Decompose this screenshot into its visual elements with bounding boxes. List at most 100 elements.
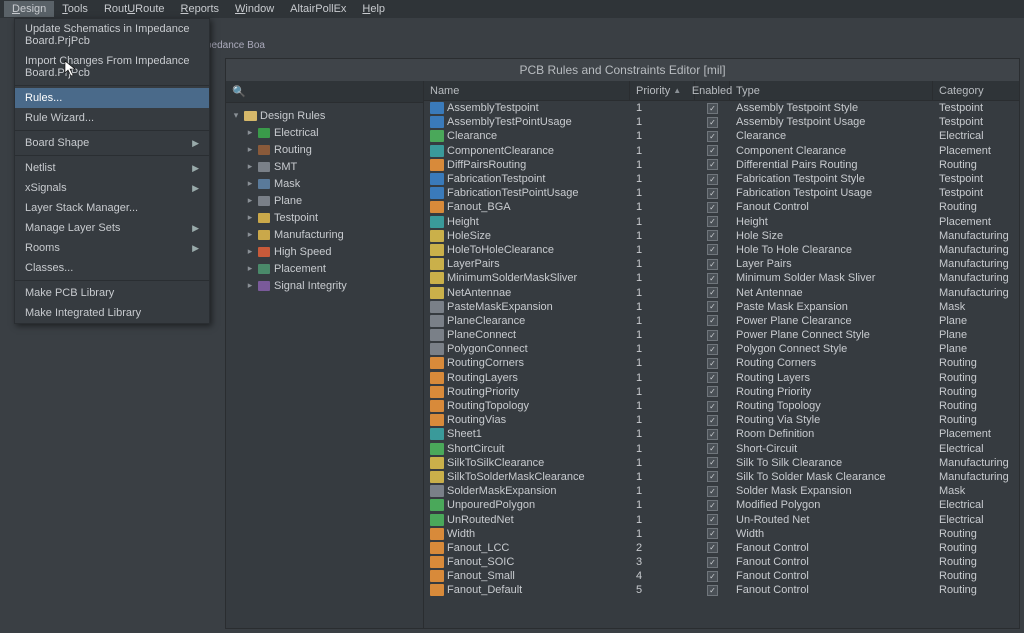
col-type[interactable]: Type — [730, 81, 933, 100]
table-row[interactable]: RoutingPriority1✓Routing PriorityRouting — [424, 385, 1019, 399]
tree-node[interactable]: ▸Placement — [226, 260, 423, 277]
tree-node[interactable]: ▸Testpoint — [226, 209, 423, 226]
enabled-checkbox[interactable]: ✓ — [707, 230, 718, 241]
enabled-checkbox[interactable]: ✓ — [707, 159, 718, 170]
tree-node[interactable]: ▸Electrical — [226, 124, 423, 141]
tree-search-input[interactable] — [252, 86, 417, 98]
table-row[interactable]: HoleToHoleClearance1✓Hole To Hole Cleara… — [424, 243, 1019, 257]
enabled-checkbox[interactable]: ✓ — [707, 103, 718, 114]
col-name[interactable]: Name — [424, 81, 630, 100]
enabled-checkbox[interactable]: ✓ — [707, 301, 718, 312]
table-row[interactable]: PlaneConnect1✓Power Plane Connect StyleP… — [424, 328, 1019, 342]
enabled-checkbox[interactable]: ✓ — [707, 273, 718, 284]
enabled-checkbox[interactable]: ✓ — [707, 216, 718, 227]
enabled-checkbox[interactable]: ✓ — [707, 528, 718, 539]
table-row[interactable]: PasteMaskExpansion1✓Paste Mask Expansion… — [424, 300, 1019, 314]
enabled-checkbox[interactable]: ✓ — [707, 429, 718, 440]
col-category[interactable]: Category — [933, 81, 1019, 100]
menu-route[interactable]: RoutURoute — [96, 1, 173, 17]
table-row[interactable]: HoleSize1✓Hole SizeManufacturing — [424, 229, 1019, 243]
enabled-checkbox[interactable]: ✓ — [707, 244, 718, 255]
enabled-checkbox[interactable]: ✓ — [707, 174, 718, 185]
enabled-checkbox[interactable]: ✓ — [707, 287, 718, 298]
menu-item[interactable]: Update Schematics in Impedance Board.Prj… — [15, 19, 209, 51]
table-row[interactable]: RoutingVias1✓Routing Via StyleRouting — [424, 413, 1019, 427]
enabled-checkbox[interactable]: ✓ — [707, 486, 718, 497]
enabled-checkbox[interactable]: ✓ — [707, 443, 718, 454]
menu-item[interactable]: Manage Layer Sets▶ — [15, 218, 209, 238]
table-row[interactable]: Width1✓WidthRouting — [424, 527, 1019, 541]
table-row[interactable]: AssemblyTestpoint1✓Assembly Testpoint St… — [424, 101, 1019, 115]
table-row[interactable]: Fanout_SOIC3✓Fanout ControlRouting — [424, 555, 1019, 569]
table-row[interactable]: SilkToSolderMaskClearance1✓Silk To Solde… — [424, 470, 1019, 484]
enabled-checkbox[interactable]: ✓ — [707, 145, 718, 156]
enabled-checkbox[interactable]: ✓ — [707, 372, 718, 383]
menu-item[interactable]: Make PCB Library — [15, 283, 209, 303]
table-row[interactable]: PlaneClearance1✓Power Plane ClearancePla… — [424, 314, 1019, 328]
enabled-checkbox[interactable]: ✓ — [707, 131, 718, 142]
enabled-checkbox[interactable]: ✓ — [707, 358, 718, 369]
enabled-checkbox[interactable]: ✓ — [707, 542, 718, 553]
table-row[interactable]: Height1✓HeightPlacement — [424, 215, 1019, 229]
enabled-checkbox[interactable]: ✓ — [707, 415, 718, 426]
enabled-checkbox[interactable]: ✓ — [707, 457, 718, 468]
menu-help[interactable]: Help — [354, 1, 393, 17]
col-enabled[interactable]: Enabled — [695, 81, 730, 100]
table-row[interactable]: FabricationTestpoint1✓Fabrication Testpo… — [424, 172, 1019, 186]
tree-node[interactable]: ▸SMT — [226, 158, 423, 175]
enabled-checkbox[interactable]: ✓ — [707, 471, 718, 482]
tree-node[interactable]: ▸Plane — [226, 192, 423, 209]
menu-tools[interactable]: Tools — [54, 1, 96, 17]
col-priority[interactable]: Priority▲ — [630, 81, 695, 100]
table-row[interactable]: DiffPairsRouting1✓Differential Pairs Rou… — [424, 158, 1019, 172]
enabled-checkbox[interactable]: ✓ — [707, 315, 718, 326]
enabled-checkbox[interactable]: ✓ — [707, 259, 718, 270]
enabled-checkbox[interactable]: ✓ — [707, 557, 718, 568]
enabled-checkbox[interactable]: ✓ — [707, 571, 718, 582]
menu-item[interactable]: Classes... — [15, 258, 209, 278]
enabled-checkbox[interactable]: ✓ — [707, 386, 718, 397]
menu-item[interactable]: Rooms▶ — [15, 238, 209, 258]
menu-altairpollex[interactable]: AltairPollEx — [282, 1, 354, 17]
enabled-checkbox[interactable]: ✓ — [707, 117, 718, 128]
table-row[interactable]: LayerPairs1✓Layer PairsManufacturing — [424, 257, 1019, 271]
table-row[interactable]: RoutingLayers1✓Routing LayersRouting — [424, 371, 1019, 385]
table-row[interactable]: UnpouredPolygon1✓Modified PolygonElectri… — [424, 498, 1019, 512]
enabled-checkbox[interactable]: ✓ — [707, 401, 718, 412]
tree-node[interactable]: ▸Signal Integrity — [226, 277, 423, 294]
tree-node[interactable]: ▸Manufacturing — [226, 226, 423, 243]
table-row[interactable]: Fanout_Default5✓Fanout ControlRouting — [424, 583, 1019, 597]
table-row[interactable]: FabricationTestPointUsage1✓Fabrication T… — [424, 186, 1019, 200]
enabled-checkbox[interactable]: ✓ — [707, 344, 718, 355]
menu-item[interactable]: Import Changes From Impedance Board.PrjP… — [15, 51, 209, 83]
table-row[interactable]: Clearance1✓ClearanceElectrical — [424, 129, 1019, 143]
table-row[interactable]: Fanout_Small4✓Fanout ControlRouting — [424, 569, 1019, 583]
enabled-checkbox[interactable]: ✓ — [707, 585, 718, 596]
tree-node[interactable]: ▸High Speed — [226, 243, 423, 260]
menu-window[interactable]: Window — [227, 1, 282, 17]
menu-item[interactable]: Rule Wizard... — [15, 108, 209, 128]
menu-reports[interactable]: Reports — [173, 1, 228, 17]
menu-item[interactable]: Layer Stack Manager... — [15, 198, 209, 218]
menu-item[interactable]: Rules... — [15, 88, 209, 108]
menu-item[interactable]: xSignals▶ — [15, 178, 209, 198]
enabled-checkbox[interactable]: ✓ — [707, 330, 718, 341]
menu-item[interactable]: Netlist▶ — [15, 158, 209, 178]
table-row[interactable]: RoutingCorners1✓Routing CornersRouting — [424, 356, 1019, 370]
tree-node[interactable]: ▸Mask — [226, 175, 423, 192]
menu-item[interactable]: Board Shape▶ — [15, 133, 209, 153]
enabled-checkbox[interactable]: ✓ — [707, 188, 718, 199]
table-row[interactable]: NetAntennae1✓Net AntennaeManufacturing — [424, 285, 1019, 299]
table-row[interactable]: ComponentClearance1✓Component ClearanceP… — [424, 144, 1019, 158]
table-row[interactable]: Fanout_BGA1✓Fanout ControlRouting — [424, 200, 1019, 214]
table-row[interactable]: UnRoutedNet1✓Un-Routed NetElectrical — [424, 512, 1019, 526]
tree-search[interactable]: 🔍 — [226, 81, 423, 103]
table-row[interactable]: RoutingTopology1✓Routing TopologyRouting — [424, 399, 1019, 413]
table-row[interactable]: Sheet11✓Room DefinitionPlacement — [424, 427, 1019, 441]
tree-root[interactable]: ▾Design Rules — [226, 107, 423, 124]
table-row[interactable]: AssemblyTestPointUsage1✓Assembly Testpoi… — [424, 115, 1019, 129]
menu-item[interactable]: Make Integrated Library — [15, 303, 209, 323]
table-row[interactable]: Fanout_LCC2✓Fanout ControlRouting — [424, 541, 1019, 555]
table-row[interactable]: PolygonConnect1✓Polygon Connect StylePla… — [424, 342, 1019, 356]
enabled-checkbox[interactable]: ✓ — [707, 500, 718, 511]
